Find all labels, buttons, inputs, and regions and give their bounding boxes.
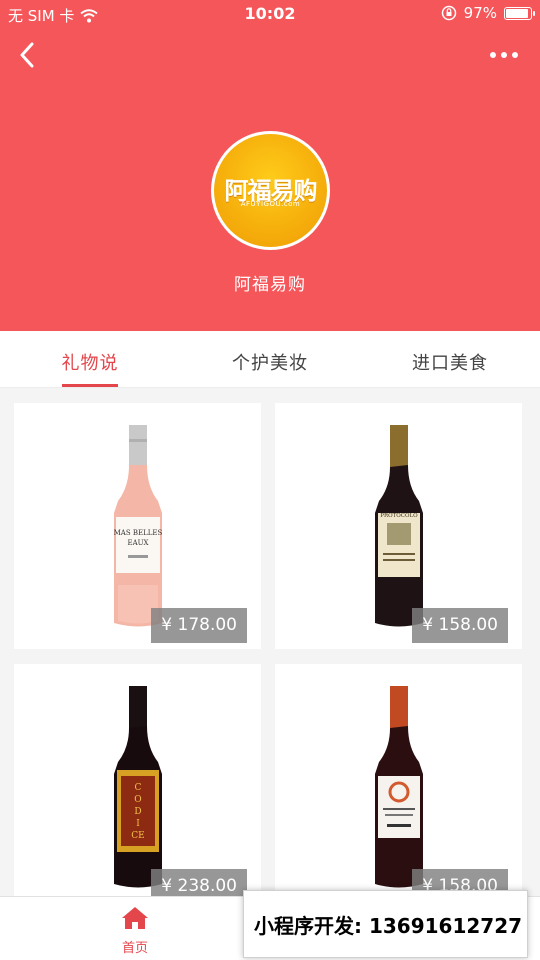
tab-gifts[interactable]: 礼物说	[0, 331, 180, 387]
product-card[interactable]: C O D I CE ¥ 238.00	[14, 664, 261, 896]
price-badge: ¥ 238.00	[151, 869, 247, 896]
svg-text:O: O	[134, 795, 141, 805]
category-tabs: 礼物说 个护美妆 进口美食	[0, 331, 540, 388]
more-dot-icon	[490, 52, 496, 58]
svg-text:D: D	[134, 807, 141, 817]
svg-text:PROTOCOLO: PROTOCOLO	[380, 513, 418, 519]
tab-imported-food[interactable]: 进口美食	[360, 331, 540, 387]
orientation-lock-icon	[441, 5, 456, 21]
nav-home-label: 首页	[121, 941, 148, 956]
chevron-left-icon	[20, 42, 34, 68]
nav-home[interactable]: 首页	[105, 905, 165, 959]
battery-icon	[504, 6, 535, 20]
logo-subtext: AFUYIGOU.com	[240, 200, 301, 208]
product-card[interactable]: PROTOCOLO ¥ 158.00	[275, 403, 522, 649]
home-icon	[122, 907, 148, 929]
product-card[interactable]: MAS BELLES EAUX ¥ 178.00	[14, 403, 261, 649]
store-logo: 阿福易购 AFUYIGOU.com	[211, 131, 330, 250]
battery-level	[506, 8, 529, 18]
red-wine-bottle-image: C O D I CE	[113, 686, 162, 888]
svg-text:CE: CE	[131, 831, 144, 841]
more-dot-icon	[512, 52, 518, 58]
product-card[interactable]: ¥ 158.00	[275, 664, 522, 896]
store-header: 无 SIM 卡 10:02 97% 阿福易购 AFUYIGOU.com 阿福易购	[0, 0, 540, 331]
status-right: 97%	[441, 4, 535, 22]
rose-wine-bottle-image: MAS BELLES EAUX	[113, 425, 162, 627]
promo-text: 小程序开发: 13691612727	[254, 913, 523, 938]
red-wine-bottle-image: PROTOCOLO	[374, 425, 423, 627]
product-grid: MAS BELLES EAUX ¥ 178.00 PROTOCOLO ¥ 158…	[0, 388, 540, 896]
price-badge: ¥ 158.00	[412, 608, 508, 643]
svg-text:MAS BELLES: MAS BELLES	[113, 529, 162, 537]
more-menu-button[interactable]	[486, 42, 522, 68]
price-badge: ¥ 178.00	[151, 608, 247, 643]
back-button[interactable]	[10, 38, 44, 72]
svg-text:EAUX: EAUX	[127, 539, 148, 547]
status-bar: 无 SIM 卡 10:02 97%	[0, 0, 540, 30]
more-dot-icon	[501, 52, 507, 58]
red-wine-bottle-image	[374, 686, 423, 888]
store-name: 阿福易购	[234, 275, 306, 295]
promo-banner: 小程序开发: 13691612727	[243, 890, 528, 958]
svg-text:I: I	[136, 819, 140, 829]
tab-beauty[interactable]: 个护美妆	[180, 331, 360, 387]
store-logo-badge: 阿福易购 AFUYIGOU.com	[214, 134, 327, 247]
battery-text: 97%	[463, 4, 497, 22]
svg-text:C: C	[134, 783, 141, 793]
